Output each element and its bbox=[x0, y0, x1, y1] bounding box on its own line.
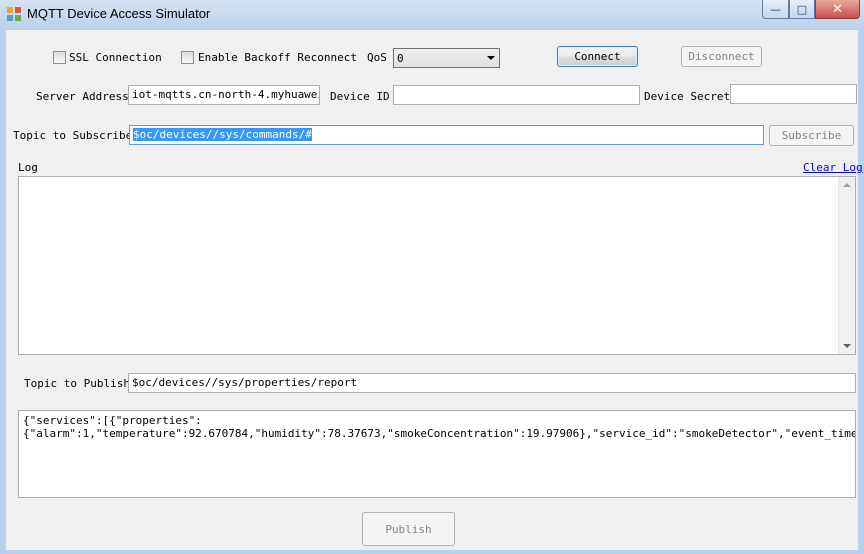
log-textarea[interactable] bbox=[18, 176, 856, 355]
topic-subscribe-input[interactable]: $oc/devices//sys/commands/# bbox=[129, 125, 764, 145]
ssl-checkbox[interactable] bbox=[53, 51, 66, 64]
log-label: Log bbox=[18, 161, 38, 174]
close-icon: ✕ bbox=[832, 1, 843, 17]
app-icon bbox=[7, 7, 21, 21]
qos-select[interactable]: 0 bbox=[393, 48, 500, 68]
subscribe-button[interactable]: Subscribe bbox=[769, 125, 854, 146]
app-window: MQTT Device Access Simulator — □ ✕ SSL C… bbox=[0, 0, 864, 554]
device-secret-input[interactable] bbox=[730, 84, 857, 104]
publish-message-line1: {"services":[{"properties": bbox=[23, 414, 202, 427]
device-id-input[interactable] bbox=[393, 85, 640, 105]
topic-publish-label: Topic to Publish bbox=[24, 377, 130, 390]
qos-value: 0 bbox=[397, 52, 404, 65]
qos-label: QoS bbox=[367, 51, 387, 64]
connect-button[interactable]: Connect bbox=[557, 46, 638, 67]
server-address-input[interactable]: iot-mqtts.cn-north-4.myhuaweicl bbox=[128, 85, 320, 105]
server-address-label: Server Address bbox=[36, 90, 129, 103]
minimize-icon: — bbox=[770, 2, 781, 16]
window-title: MQTT Device Access Simulator bbox=[27, 6, 211, 21]
maximize-icon: □ bbox=[796, 2, 808, 16]
topic-subscribe-value: $oc/devices//sys/commands/# bbox=[133, 128, 312, 141]
ssl-label[interactable]: SSL Connection bbox=[69, 51, 162, 64]
clear-log-link[interactable]: Clear Log bbox=[803, 161, 863, 174]
scroll-up-icon[interactable] bbox=[843, 183, 851, 187]
close-button[interactable]: ✕ bbox=[815, 0, 860, 19]
title-bar[interactable]: MQTT Device Access Simulator — □ ✕ bbox=[0, 0, 864, 30]
backoff-checkbox[interactable] bbox=[181, 51, 194, 64]
chevron-down-icon bbox=[487, 56, 495, 60]
minimize-button[interactable]: — bbox=[762, 0, 789, 19]
publish-message-line2: {"alarm":1,"temperature":92.670784,"humi… bbox=[23, 427, 856, 440]
scroll-down-icon[interactable] bbox=[843, 344, 851, 348]
topic-subscribe-label: Topic to Subscribe bbox=[13, 129, 133, 142]
device-secret-label: Device Secret bbox=[644, 90, 731, 103]
publish-button[interactable]: Publish bbox=[362, 512, 455, 546]
disconnect-button[interactable]: Disconnect bbox=[681, 46, 762, 67]
client-area: SSL Connection Enable Backoff Reconnect … bbox=[6, 30, 863, 550]
device-id-label: Device ID bbox=[330, 90, 390, 103]
publish-message-content: {"services":[{"properties": {"alarm":1,"… bbox=[23, 414, 856, 440]
backoff-label[interactable]: Enable Backoff Reconnect bbox=[198, 51, 357, 64]
maximize-button[interactable]: □ bbox=[789, 0, 815, 19]
publish-message-textarea[interactable]: {"services":[{"properties": {"alarm":1,"… bbox=[18, 410, 856, 498]
log-scrollbar[interactable] bbox=[838, 177, 855, 354]
topic-publish-input[interactable]: $oc/devices//sys/properties/report bbox=[128, 373, 856, 393]
